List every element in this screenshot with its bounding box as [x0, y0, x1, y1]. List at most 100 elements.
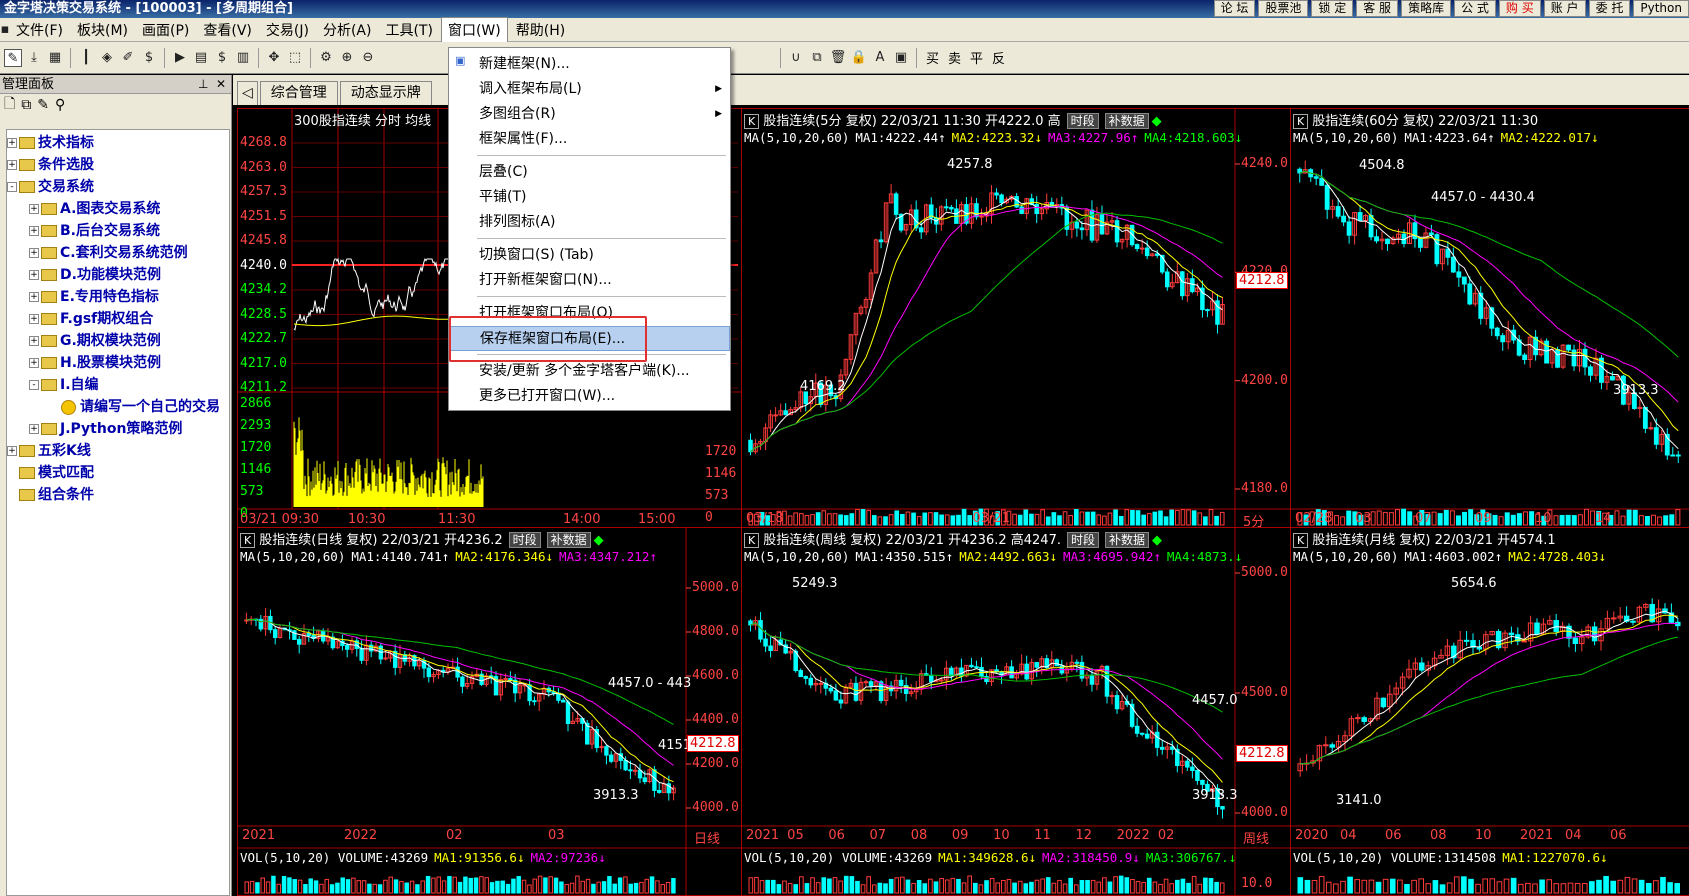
zoom-in-icon[interactable]: ⊕: [338, 49, 356, 67]
k-icon[interactable]: K: [744, 533, 760, 548]
reverse-button[interactable]: 反: [989, 48, 1008, 67]
chart-panel-pweek[interactable]: K 股指连续(周线 复权) 22/03/21 开4236.2 高4247. 时段 补数…: [741, 527, 1291, 896]
chart-badge[interactable]: 时段: [508, 532, 541, 548]
menu-item[interactable]: 板块(M): [71, 18, 134, 42]
tree-item[interactable]: + D.功能模块范例: [7, 264, 229, 286]
expand-icon[interactable]: +: [7, 160, 17, 170]
window-menu-item[interactable]: 平铺(T): [449, 185, 730, 210]
title-button[interactable]: 客 服: [1356, 0, 1399, 17]
window-menu-item[interactable]: 切换窗口(S) (Tab): [449, 243, 730, 268]
tree-item[interactable]: + 五彩K线: [7, 440, 229, 462]
tree-item[interactable]: + J.Python策略范例: [7, 418, 229, 440]
k-icon[interactable]: K: [1293, 533, 1309, 548]
tree-item[interactable]: + G.期权模块范例: [7, 330, 229, 352]
text-color-icon[interactable]: A: [871, 49, 889, 67]
menu-item[interactable]: 查看(V): [197, 18, 258, 42]
new-icon[interactable]: 🗋: [4, 93, 15, 117]
download-icon[interactable]: ⤓: [25, 49, 43, 67]
tab-scroll-left-icon[interactable]: ◁: [237, 81, 258, 105]
selection-icon[interactable]: ⬚: [286, 49, 304, 67]
window-menu-item[interactable]: 排列图标(A): [449, 210, 730, 235]
close-position-button[interactable]: 平: [967, 48, 986, 67]
dollar-icon[interactable]: $: [140, 49, 158, 67]
expand-icon[interactable]: +: [29, 314, 39, 324]
tree-item[interactable]: - I.自编: [7, 374, 229, 396]
chart-template-icon[interactable]: ▥: [234, 49, 252, 67]
edit-formula-icon[interactable]: ✐: [119, 49, 137, 67]
window-menu-item[interactable]: 框架属性(F)...: [449, 127, 730, 152]
window-menu-item[interactable]: 安装/更新 多个金字塔客户端(K)...: [449, 359, 730, 384]
chart-panel-p60m[interactable]: K 股指连续(60分 复权) 22/03/21 11:30 MA(5,10,20,6…: [1290, 108, 1689, 528]
window-menu-item[interactable]: 多图组合(R) ▶: [449, 102, 730, 127]
window-menu-item[interactable]: 打开新框架窗口(N)...: [449, 268, 730, 293]
move-icon[interactable]: ✥: [265, 49, 283, 67]
tree-item[interactable]: + C.套利交易系统范例: [7, 242, 229, 264]
menu-item[interactable]: 文件(F): [10, 18, 69, 42]
tree-item[interactable]: - 交易系统: [7, 176, 229, 198]
window-menu-item[interactable]: 新建框架(N)...: [449, 52, 730, 77]
expand-icon[interactable]: +: [29, 292, 39, 302]
sell-button[interactable]: 卖: [945, 48, 964, 67]
delete-icon[interactable]: 🗑: [829, 49, 847, 67]
currency-icon[interactable]: $: [213, 49, 231, 67]
tree-item[interactable]: + 条件选股: [7, 154, 229, 176]
candlestick-icon[interactable]: ┃: [77, 49, 95, 67]
expand-icon[interactable]: +: [29, 270, 39, 280]
title-button[interactable]: 论 坛: [1213, 0, 1256, 17]
k-icon[interactable]: K: [1293, 114, 1309, 129]
chart-badge[interactable]: 补数据: [546, 532, 591, 548]
expand-icon[interactable]: +: [29, 248, 39, 258]
collapse-icon[interactable]: -: [29, 380, 39, 390]
play-icon[interactable]: ▶: [171, 49, 189, 67]
k-icon[interactable]: K: [744, 114, 760, 129]
tree-item[interactable]: + A.图表交易系统: [7, 198, 229, 220]
expand-icon[interactable]: +: [29, 226, 39, 236]
title-button[interactable]: 锁 定: [1311, 0, 1354, 17]
collapse-icon[interactable]: -: [7, 182, 17, 192]
k-icon[interactable]: K: [240, 533, 256, 548]
window-menu-item[interactable]: 层叠(C): [449, 160, 730, 185]
tree-item[interactable]: + E.专用特色指标: [7, 286, 229, 308]
chart-panel-pmonth[interactable]: K 股指连续(月线 复权) 22/03/21 开4574.1 MA(5,10,20,…: [1290, 527, 1689, 896]
chart-panel-p5m[interactable]: K 股指连续(5分 复权) 22/03/21 11:30 开4222.0 高时段补…: [741, 108, 1291, 528]
title-button[interactable]: Python: [1633, 0, 1689, 17]
menu-item[interactable]: 工具(T): [379, 18, 438, 42]
grid-icon[interactable]: ▦: [46, 49, 64, 67]
chart-panel-pday[interactable]: K 股指连续(日线 复权) 22/03/21 开4236.2 时段 补数据 ◆ MA(5,…: [237, 527, 742, 896]
buy-button[interactable]: 买: [923, 48, 942, 67]
lock-icon[interactable]: 🔒: [850, 49, 868, 67]
document-icon[interactable]: ▤: [192, 49, 210, 67]
tree-item[interactable]: 模式匹配: [7, 462, 229, 484]
pencil-icon[interactable]: ✎: [4, 48, 22, 67]
pin-icon[interactable]: ⊥: [198, 75, 208, 94]
title-button[interactable]: 公 式: [1454, 0, 1496, 17]
chart-badge[interactable]: 时段: [1066, 113, 1099, 129]
search-icon[interactable]: ⚲: [55, 97, 65, 113]
menu-item[interactable]: 交易(J): [260, 18, 315, 42]
chart-badge[interactable]: 补数据: [1105, 532, 1150, 548]
title-button[interactable]: 股票池: [1258, 0, 1309, 17]
title-button[interactable]: 策略库: [1401, 0, 1452, 17]
expand-icon[interactable]: +: [7, 446, 17, 456]
tree-item[interactable]: + B.后台交易系统: [7, 220, 229, 242]
expand-icon[interactable]: +: [29, 424, 39, 434]
chart-badge[interactable]: 补数据: [1104, 113, 1149, 129]
menu-item[interactable]: 帮助(H): [510, 18, 571, 42]
expand-icon[interactable]: +: [29, 204, 39, 214]
window-menu-item[interactable]: 调入框架布局(L) ▶: [449, 77, 730, 102]
expand-icon[interactable]: +: [7, 138, 17, 148]
tab-dynamic-board[interactable]: 动态显示牌: [339, 81, 432, 105]
title-button[interactable]: 账 户: [1543, 0, 1586, 17]
copy-icon[interactable]: ⧉: [808, 49, 826, 67]
window-menu-item[interactable]: 更多已打开窗口(W)...: [449, 384, 730, 409]
copy-icon[interactable]: ⧉: [21, 97, 31, 113]
edit-icon[interactable]: ✎: [37, 97, 49, 113]
menu-item[interactable]: 窗口(W): [440, 16, 508, 43]
close-icon[interactable]: ✕: [216, 75, 226, 94]
tree-item[interactable]: 组合条件: [7, 484, 229, 506]
app-menu-icon[interactable]: ▪: [0, 21, 10, 39]
chart-badge[interactable]: 时段: [1066, 532, 1099, 548]
zoom-out-icon[interactable]: ⊖: [359, 49, 377, 67]
fill-icon[interactable]: ▣: [892, 49, 910, 67]
title-button[interactable]: 购 买: [1498, 0, 1541, 17]
